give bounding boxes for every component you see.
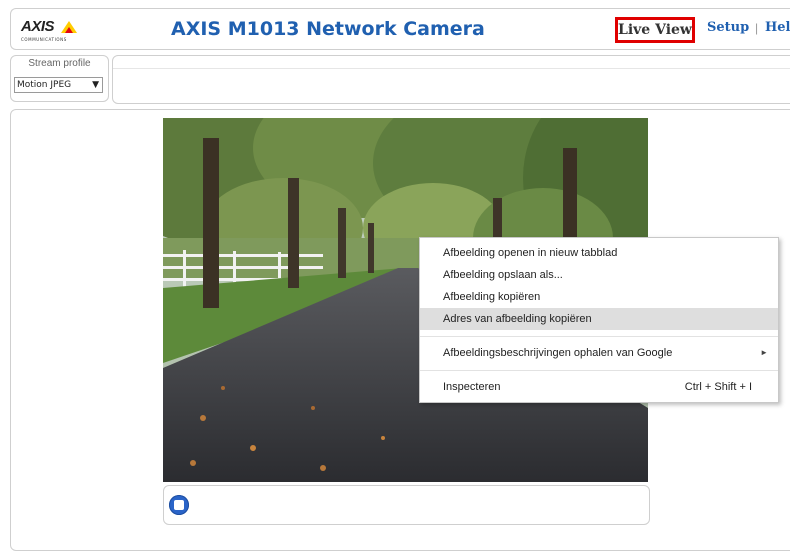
dropdown-arrow-icon: ▼	[92, 80, 99, 90]
logo-text: AXIS	[21, 18, 55, 35]
menu-item-inspect[interactable]: Inspecteren Ctrl + Shift + I	[420, 376, 778, 398]
logo-triangle-red-icon	[65, 27, 73, 33]
toolbar-panel	[112, 55, 790, 104]
video-control-bar	[163, 485, 650, 525]
stream-profile-value: Motion JPEG	[17, 80, 72, 90]
menu-item-google-image-descriptions[interactable]: Afbeeldingsbeschrijvingen ophalen van Go…	[420, 342, 778, 364]
logo-subtext: COMMUNICATIONS	[21, 37, 67, 42]
nav-separator: |	[755, 21, 759, 35]
menu-item-copy-image[interactable]: Afbeelding kopiëren	[420, 286, 778, 308]
stream-profile-select[interactable]: Motion JPEG ▼	[14, 77, 103, 93]
menu-item-shortcut: Ctrl + Shift + I	[684, 381, 752, 393]
menu-item-label: Afbeelding opslaan als...	[443, 269, 563, 281]
submenu-arrow-icon: ►	[760, 348, 768, 357]
menu-item-label: Afbeelding kopiëren	[443, 291, 541, 303]
menu-item-label: Adres van afbeelding kopiëren	[443, 313, 592, 325]
stream-profile-panel: Stream profile Motion JPEG ▼	[10, 55, 109, 102]
toolbar-divider	[113, 68, 790, 69]
setup-link[interactable]: Setup	[707, 20, 749, 35]
stream-profile-label: Stream profile	[28, 58, 91, 69]
menu-item-copy-image-address[interactable]: Adres van afbeelding kopiëren	[420, 308, 778, 330]
help-link[interactable]: Help	[765, 20, 790, 35]
menu-item-open-image-new-tab[interactable]: Afbeelding openen in nieuw tabblad	[420, 242, 778, 264]
stop-icon[interactable]	[169, 495, 189, 515]
menu-item-save-image-as[interactable]: Afbeelding opslaan als...	[420, 264, 778, 286]
menu-item-label: Inspecteren	[443, 381, 501, 393]
menu-separator	[420, 370, 778, 371]
menu-item-label: Afbeelding openen in nieuw tabblad	[443, 247, 618, 259]
live-view-link[interactable]: Live View	[615, 17, 695, 43]
stop-square	[174, 500, 184, 510]
page-title: AXIS M1013 Network Camera	[171, 18, 485, 40]
menu-item-label: Afbeeldingsbeschrijvingen ophalen van Go…	[443, 347, 673, 359]
menu-separator	[420, 336, 778, 337]
header-bar: AXIS COMMUNICATIONS AXIS M1013 Network C…	[10, 8, 790, 50]
context-menu: Afbeelding openen in nieuw tabblad Afbee…	[419, 237, 779, 403]
